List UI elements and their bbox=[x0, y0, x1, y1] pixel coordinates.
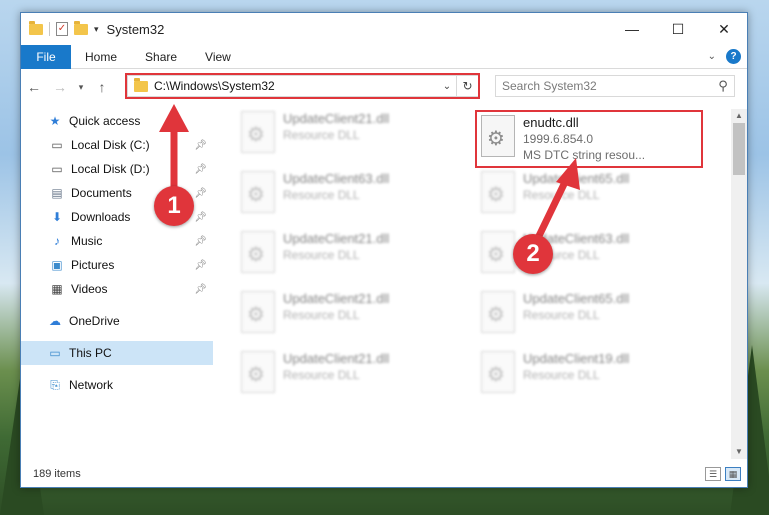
arrow-2-shaft bbox=[534, 178, 570, 240]
step-2-badge: 2 bbox=[513, 234, 553, 274]
arrow-1-head bbox=[159, 104, 189, 132]
arrow-2-head bbox=[556, 158, 580, 190]
step-1-badge: 1 bbox=[154, 186, 194, 226]
annotation-arrows bbox=[159, 104, 580, 240]
